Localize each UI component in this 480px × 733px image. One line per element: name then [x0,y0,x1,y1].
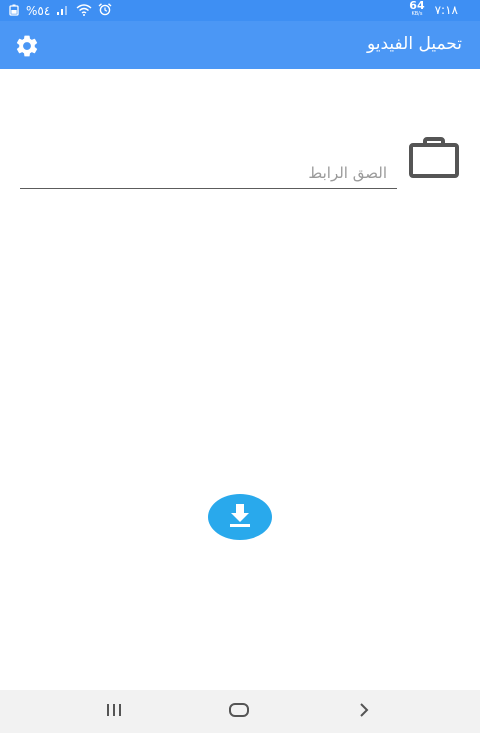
network-speed: 64 KB/s [409,0,425,18]
status-bar: %٥٤ 64 KB/s ٧:١٨ [0,0,480,21]
wifi-icon [76,3,92,19]
download-button[interactable] [208,494,272,540]
home-button[interactable] [224,700,254,724]
clock: ٧:١٨ [434,3,458,17]
gear-icon [14,35,40,63]
signal-icon [56,4,70,18]
battery-icon [8,4,20,19]
download-icon [226,501,254,533]
navigation-bar [0,690,480,733]
status-right: 64 KB/s ٧:١٨ [409,0,458,18]
clipboard-icon [408,137,462,185]
paste-button[interactable] [408,137,462,181]
alarm-icon [98,3,112,19]
home-icon [228,702,250,722]
url-input[interactable] [20,158,397,189]
battery-percent: %٥٤ [26,4,51,18]
back-icon [356,702,372,722]
app-screen: %٥٤ 64 KB/s ٧:١٨ تحميل الفيديو الصق الرا… [0,0,480,733]
recents-icon [104,702,124,722]
app-title: تحميل الفيديو [366,34,462,54]
settings-button[interactable] [14,33,40,59]
network-speed-unit: KB/s [411,11,423,17]
recents-button[interactable] [99,700,129,724]
network-speed-value: 64 [409,0,425,12]
status-left: %٥٤ [8,3,112,19]
app-bar: تحميل الفيديو [0,21,480,69]
back-button[interactable] [349,700,379,724]
